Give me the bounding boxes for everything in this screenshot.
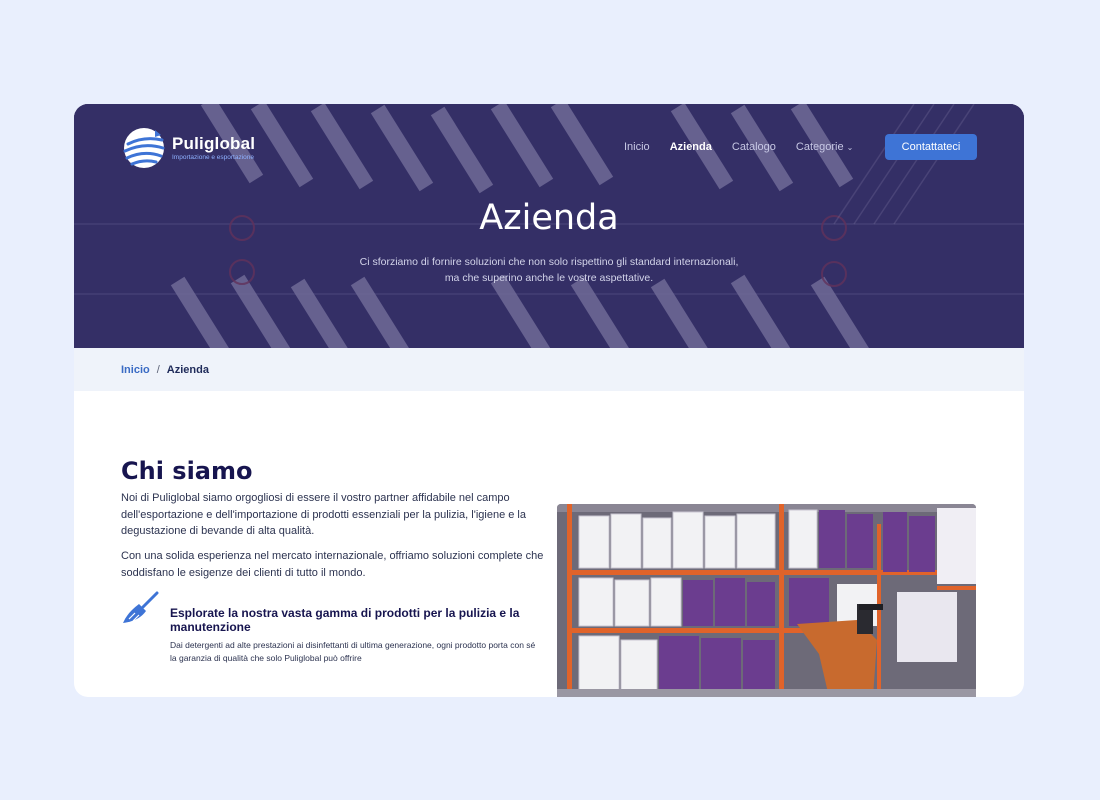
hero-banner: Puliglobal Importazione e esportazione I…	[74, 104, 1024, 348]
breadcrumb-separator: /	[156, 363, 160, 376]
nav-item-azienda[interactable]: Azienda	[670, 141, 712, 153]
nav-item-catalogo[interactable]: Catalogo	[732, 141, 776, 153]
about-paragraph-1: Noi di Puliglobal siamo orgogliosi di es…	[121, 492, 526, 537]
main-nav: Inicio Azienda Catalogo Categorie ⌄	[624, 135, 873, 159]
nav-item-categorie-label: Categorie	[795, 141, 844, 153]
nav-item-inicio[interactable]: Inicio	[624, 141, 650, 153]
warehouse-photo	[557, 504, 976, 697]
feature-text: Dai detergenti ad alte prestazioni ai di…	[170, 640, 536, 663]
hero-subtitle: Ci sforziamo di fornire soluzioni che no…	[359, 256, 739, 284]
about-title: Chi siamo	[121, 457, 253, 485]
brand-name: Puliglobal	[172, 134, 256, 153]
breadcrumb-current: Azienda	[166, 363, 209, 376]
breadcrumb-home-link[interactable]: Inicio	[121, 364, 150, 376]
globe-logo-icon	[123, 128, 165, 168]
brand-logo[interactable]: Puliglobal Importazione e esportazione	[122, 125, 262, 171]
breadcrumb: Inicio / Azienda	[74, 348, 1024, 391]
feature-title: Esplorate la nostra vasta gamma di prodo…	[170, 606, 520, 634]
chevron-down-icon: ⌄	[846, 142, 854, 152]
about-paragraph-2: Con una solida esperienza nel mercato in…	[121, 550, 544, 579]
page-card: Puliglobal Importazione e esportazione I…	[74, 104, 1024, 697]
brand-tagline: Importazione e esportazione	[172, 154, 255, 161]
page-title: Azienda	[479, 198, 619, 238]
broom-icon	[123, 591, 159, 623]
contact-button[interactable]: Contattateci	[885, 134, 977, 160]
nav-item-categorie[interactable]: Categorie ⌄	[796, 141, 853, 153]
